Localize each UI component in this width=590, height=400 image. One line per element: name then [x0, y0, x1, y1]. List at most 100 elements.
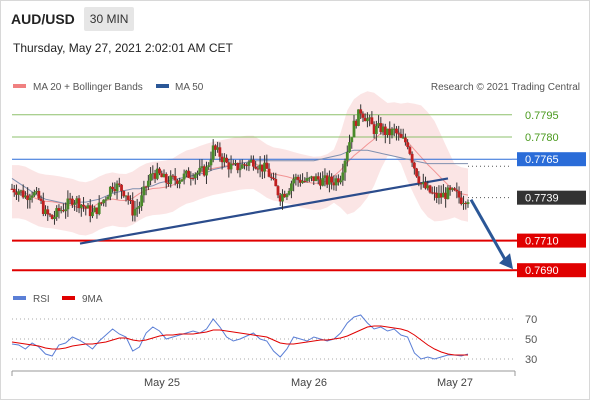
candle-body: [350, 137, 354, 143]
candle-body: [269, 176, 273, 178]
candle-body: [276, 186, 280, 196]
candle-body: [37, 190, 41, 199]
legend-label-ma50: MA 50: [175, 82, 204, 93]
candle-body: [138, 206, 141, 208]
level-label-0-7710: 0.7710: [525, 236, 559, 248]
candle-body: [361, 113, 365, 118]
candle-body: [198, 167, 202, 173]
candle-body: [28, 197, 32, 201]
rsi-tick-label-70: 70: [525, 314, 537, 326]
candle-body: [330, 176, 334, 183]
candle-body: [307, 177, 311, 179]
candle-body: [205, 166, 208, 176]
candle-body: [218, 147, 222, 157]
candle-body: [292, 178, 296, 184]
candle-body: [187, 170, 190, 178]
candle-body: [321, 178, 325, 186]
candle-body: [32, 192, 36, 196]
legend-label-ma20: MA 20 + Bollinger Bands: [33, 82, 143, 93]
candle-body: [106, 196, 110, 200]
candle-body: [207, 165, 211, 167]
candle-body: [17, 191, 21, 195]
candle-body: [345, 151, 349, 161]
candle-body: [296, 176, 300, 180]
candle-body: [316, 176, 320, 180]
candle-body: [339, 180, 342, 183]
candle-body: [180, 179, 184, 182]
candle-body: [53, 216, 56, 219]
level-label-0-7765: 0.7765: [525, 154, 559, 166]
candle-body: [410, 153, 414, 163]
candle-body: [209, 159, 213, 166]
candle-body: [238, 168, 242, 171]
candle-body: [254, 166, 258, 169]
legend-swatch-rsi: [13, 296, 26, 300]
candle-body: [287, 190, 291, 195]
candle-body: [370, 117, 374, 125]
candle-body: [173, 176, 177, 181]
candle-body: [366, 118, 369, 122]
candle-body: [455, 189, 459, 192]
research-credit: Research © 2021 Trading Central: [431, 82, 580, 93]
candle-body: [178, 181, 182, 184]
candle-body: [140, 195, 144, 207]
candle-body: [348, 142, 351, 152]
candle-body: [406, 142, 410, 148]
candle-body: [122, 190, 126, 197]
x-tick-label: May 25: [144, 377, 180, 389]
candle-body: [182, 173, 186, 180]
candle-body: [164, 173, 168, 183]
level-label-0-7690: 0.7690: [525, 265, 559, 277]
legend-swatch-9ma: [62, 296, 75, 300]
candle-body: [417, 176, 421, 184]
candle-body: [415, 168, 418, 177]
candle-body: [412, 162, 416, 169]
candle-body: [225, 157, 228, 163]
candle-body: [104, 199, 108, 201]
legend-swatch-ma20: [13, 84, 26, 88]
forecast-arrow-shaft: [469, 198, 508, 262]
candle-body: [158, 168, 161, 174]
candle-body: [97, 202, 101, 214]
candle-body: [30, 195, 34, 198]
candle-body: [267, 168, 271, 177]
candle-body: [73, 203, 76, 205]
rsi-legend: RSI 9MA: [13, 294, 103, 305]
candle-body: [466, 202, 470, 205]
candle-body: [120, 184, 123, 191]
level-label-0-7739: 0.7739: [525, 193, 559, 205]
candle-body: [82, 204, 85, 207]
candle-body: [146, 180, 150, 187]
candle-body: [144, 186, 148, 188]
candle-body: [374, 126, 378, 134]
candle-body: [390, 128, 394, 136]
price-level-labels: 0.7795 0.7780 0.7765 0.7739 0.7710 0.7690: [512, 110, 586, 278]
candle-body: [272, 177, 275, 180]
candle-body: [46, 209, 50, 215]
candle-body: [149, 173, 152, 181]
candle-body: [39, 198, 43, 201]
x-tick-label: May 26: [291, 377, 327, 389]
candle-body: [453, 188, 456, 190]
candle-body: [341, 172, 345, 181]
candle-body: [196, 172, 199, 175]
candle-body: [399, 134, 403, 138]
candle-body: [290, 183, 293, 191]
candle-body: [126, 195, 130, 200]
candle-body: [12, 188, 16, 193]
x-axis: May 25 May 26 May 27: [11, 370, 516, 389]
candle-body: [117, 183, 121, 185]
candle-body: [404, 137, 407, 143]
rsi-series-rsi: [11, 314, 469, 360]
candle-body: [142, 186, 146, 196]
rsi-panel: 70 50 30: [11, 314, 537, 366]
candle-body: [395, 128, 398, 134]
candle-body: [169, 175, 173, 185]
candle-body: [343, 160, 347, 173]
candle-body: [64, 209, 68, 212]
price-chart[interactable]: MA 20 + Bollinger Bands MA 50 Research ©…: [0, 0, 590, 400]
level-label-0-7780: 0.7780: [525, 132, 559, 144]
candle-body: [274, 179, 278, 187]
candle-body: [111, 186, 114, 189]
x-tick-label: May 27: [437, 377, 473, 389]
